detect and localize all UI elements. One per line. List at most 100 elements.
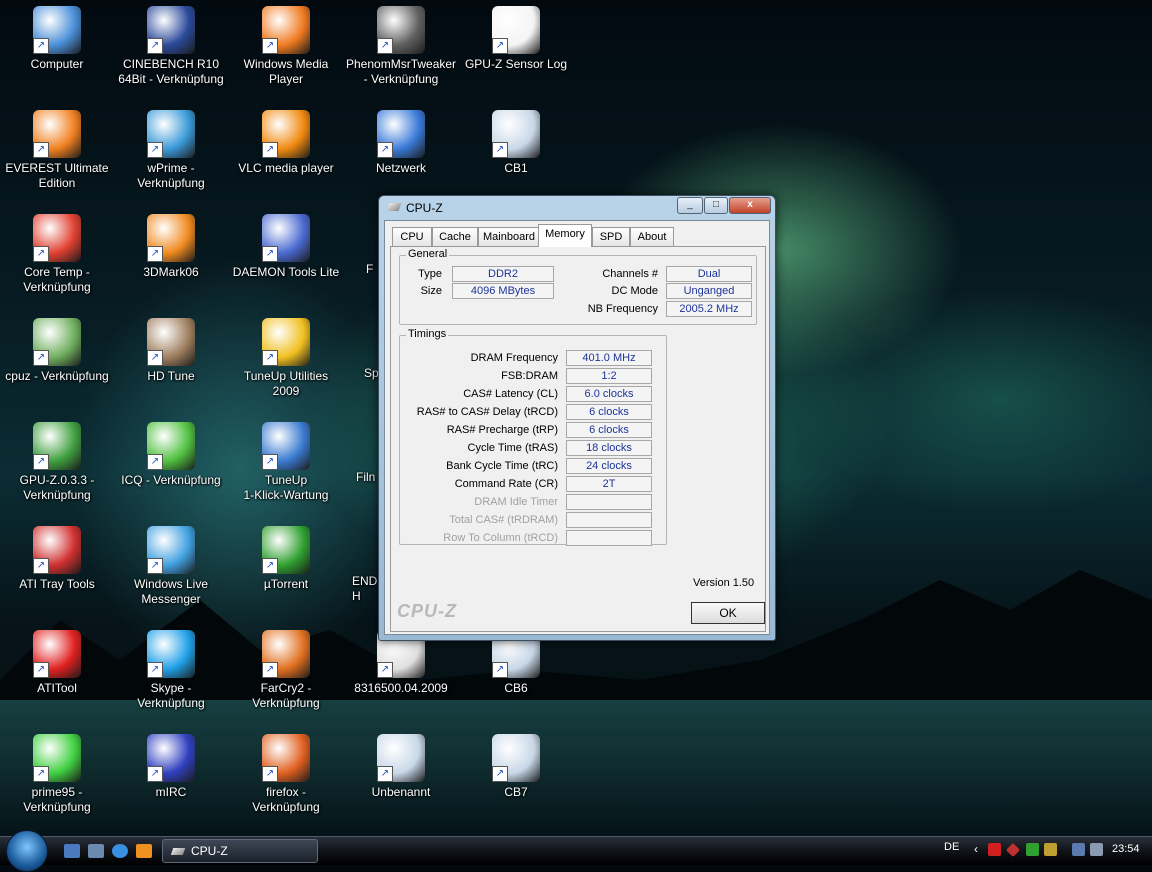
desktop-icon[interactable]: ↗ Skype - Verknüpfung: [116, 630, 226, 711]
shortcut-arrow-icon: ↗: [147, 454, 163, 470]
shortcut-arrow-icon: ↗: [262, 662, 278, 678]
tab-about[interactable]: About: [630, 227, 674, 247]
window-title: CPU-Z: [406, 201, 443, 215]
shortcut-arrow-icon: ↗: [147, 246, 163, 262]
desktop-icon-label: CB7: [504, 785, 528, 799]
nb-frequency-value: 2005.2 MHz: [666, 301, 752, 317]
cpuz-title-icon: [386, 203, 402, 211]
desktop-icon[interactable]: ↗ wPrime - Verknüpfung: [116, 110, 226, 191]
shortcut-arrow-icon: ↗: [147, 38, 163, 54]
desktop-icon[interactable]: ↗ Unbenannt: [346, 734, 456, 800]
version-label: Version 1.50: [693, 577, 755, 589]
memory-tab-panel: General Type DDR2 Size 4096 MBytes Chann…: [390, 246, 766, 632]
desktop-icon[interactable]: ↗ ATI Tray Tools: [2, 526, 112, 592]
media-player-quicklaunch-icon[interactable]: [136, 844, 152, 858]
volume-icon[interactable]: [1090, 843, 1103, 856]
network-icon: ↗: [377, 110, 425, 158]
network-tray-icon[interactable]: [1072, 843, 1085, 856]
shortcut-arrow-icon: ↗: [492, 142, 508, 158]
start-button[interactable]: [6, 830, 48, 872]
cpuz-brand-logo: CPU-Z: [397, 601, 457, 621]
tuneup-wartung-icon: ↗: [262, 422, 310, 470]
desktop-icon[interactable]: ↗ GPU-Z.0.3.3 - Verknüpfung: [2, 422, 112, 503]
tab-cache[interactable]: Cache: [432, 227, 478, 247]
timing-value: 1:2: [566, 368, 652, 384]
language-indicator[interactable]: DE: [944, 841, 959, 853]
title-bar[interactable]: CPU-Z _ □ x: [379, 196, 775, 220]
desktop-icon-label: Netzwerk: [375, 161, 426, 175]
ati-tray-icon[interactable]: [1005, 842, 1021, 858]
internet-explorer-icon[interactable]: [112, 844, 128, 858]
minimize-button[interactable]: _: [677, 197, 703, 214]
timing-value: 24 clocks: [566, 458, 652, 474]
ok-button[interactable]: OK: [691, 602, 765, 624]
cpuz-taskbar-icon: [170, 848, 186, 855]
shortcut-arrow-icon: ↗: [33, 246, 49, 262]
desktop-icon[interactable]: ↗ PhenomMsrTweaker - Verknüpfung: [346, 6, 456, 87]
timings-group-label: Timings: [406, 328, 449, 340]
desktop-icon[interactable]: ↗ EVEREST Ultimate Edition: [2, 110, 112, 191]
desktop-icon[interactable]: ↗ FarCry2 - Verknüpfung: [231, 630, 341, 711]
desktop-icon-label: mIRC: [155, 785, 187, 799]
skype-icon: ↗: [147, 630, 195, 678]
antivirus-tray-icon[interactable]: [988, 843, 1001, 856]
timing-label: Cycle Time (tRAS): [467, 442, 558, 454]
shortcut-arrow-icon: ↗: [147, 558, 163, 574]
tab-cpu[interactable]: CPU: [392, 227, 432, 247]
desktop-icon-label: Windows Live Messenger: [133, 577, 209, 606]
desktop-icon[interactable]: ↗ TuneUp 1-Klick-Wartung: [231, 422, 341, 503]
desktop-icon[interactable]: ↗ Windows Media Player: [231, 6, 341, 87]
desktop-icon[interactable]: ↗ GPU-Z Sensor Log: [461, 6, 571, 72]
desktop-icon[interactable]: ↗ Computer: [2, 6, 112, 72]
timing-value: [566, 512, 652, 528]
shortcut-arrow-icon: ↗: [492, 766, 508, 782]
utorrent-tray-icon[interactable]: [1026, 843, 1039, 856]
desktop-icon[interactable]: ↗ firefox - Verknüpfung: [231, 734, 341, 815]
show-desktop-icon[interactable]: [64, 844, 80, 858]
desktop-icon[interactable]: ↗ VLC media player: [231, 110, 341, 176]
desktop-icon[interactable]: ↗ DAEMON Tools Lite: [231, 214, 341, 280]
desktop-icon-label: CINEBENCH R10 64Bit - Verknüpfung: [118, 57, 224, 86]
desktop-icon[interactable]: ↗ Netzwerk: [346, 110, 456, 176]
desktop-icon[interactable]: ↗ Core Temp - Verknüpfung: [2, 214, 112, 295]
desktop-icon[interactable]: ↗ CINEBENCH R10 64Bit - Verknüpfung: [116, 6, 226, 87]
shortcut-arrow-icon: ↗: [262, 350, 278, 366]
tab-memory[interactable]: Memory: [538, 224, 592, 247]
messenger-icon: ↗: [147, 526, 195, 574]
dc-mode-label: DC Mode: [611, 285, 658, 297]
desktop-icon[interactable]: ↗ µTorrent: [231, 526, 341, 592]
shortcut-arrow-icon: ↗: [262, 142, 278, 158]
desktop-icon[interactable]: ↗ 3DMark06: [116, 214, 226, 280]
close-button[interactable]: x: [729, 197, 771, 214]
tray-expand-chevron-icon[interactable]: ‹: [974, 842, 978, 856]
shortcut-arrow-icon: ↗: [492, 662, 508, 678]
shortcut-arrow-icon: ↗: [33, 766, 49, 782]
tab-mainboard[interactable]: Mainboard: [478, 227, 540, 247]
shortcut-arrow-icon: ↗: [377, 766, 393, 782]
taskbar-button-cpuz[interactable]: CPU-Z: [162, 839, 318, 863]
desktop-icon[interactable]: ↗ ICQ - Verknüpfung: [116, 422, 226, 488]
desktop-icon[interactable]: ↗ ATITool: [2, 630, 112, 696]
screenshot-file-icon: ↗: [492, 110, 540, 158]
tab-spd[interactable]: SPD: [592, 227, 630, 247]
desktop-icon[interactable]: ↗ cpuz - Verknüpfung: [2, 318, 112, 384]
desktop-icon[interactable]: ↗ CB1: [461, 110, 571, 176]
clock[interactable]: 23:54: [1112, 843, 1140, 855]
cpuz-window: CPU-Z _ □ x CPU Cache Mainboard Memory S…: [378, 195, 776, 641]
taskbar-button-label: CPU-Z: [191, 844, 228, 858]
tray-app-icon[interactable]: [1044, 843, 1057, 856]
maximize-button[interactable]: □: [704, 197, 728, 214]
switch-windows-icon[interactable]: [88, 844, 104, 858]
desktop-icon[interactable]: ↗ CB7: [461, 734, 571, 800]
graphics-card-icon: ↗: [33, 422, 81, 470]
size-value: 4096 MBytes: [452, 283, 554, 299]
channels-label: Channels #: [602, 268, 658, 280]
desktop-icon[interactable]: ↗ Windows Live Messenger: [116, 526, 226, 607]
desktop-icon[interactable]: ↗ HD Tune: [116, 318, 226, 384]
desktop-icon[interactable]: ↗ TuneUp Utilities 2009: [231, 318, 341, 399]
shortcut-arrow-icon: ↗: [33, 142, 49, 158]
desktop-icon[interactable]: ↗ prime95 - Verknüpfung: [2, 734, 112, 815]
desktop-icon[interactable]: ↗ mIRC: [116, 734, 226, 800]
shortcut-arrow-icon: ↗: [492, 38, 508, 54]
desktop-icon-label: ATITool: [37, 681, 77, 695]
